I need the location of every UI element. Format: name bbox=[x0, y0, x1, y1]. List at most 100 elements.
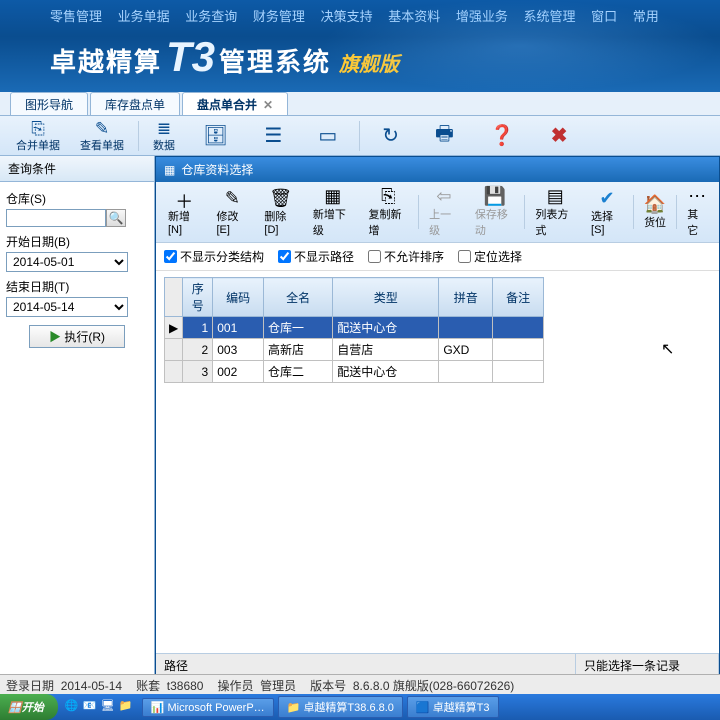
list-icon[interactable]: ☰ bbox=[264, 123, 282, 148]
form-icon[interactable]: ▭ bbox=[318, 123, 337, 148]
task-button[interactable]: 📊 Microsoft PowerP… bbox=[142, 698, 274, 717]
grid-area: 序号 编码 全名 类型 拼音 备注 ▶1001仓库一配送中心仓 2003高新店自… bbox=[156, 271, 719, 653]
operator: 操作员 管理员 bbox=[217, 677, 296, 692]
menu-window[interactable]: 窗口 bbox=[591, 9, 617, 24]
menu-common[interactable]: 常用 bbox=[633, 9, 659, 24]
cursor-icon: ↖ bbox=[661, 339, 674, 359]
merge-button[interactable]: ⎘合并单据 bbox=[16, 119, 60, 153]
other-icon: ⋯ bbox=[688, 186, 706, 206]
quicklaunch: 🌐 📧 🖥 📁 bbox=[64, 699, 134, 715]
task-button[interactable]: 🟦 卓越精算T3 bbox=[407, 696, 499, 718]
end-date-label: 结束日期(T) bbox=[6, 278, 148, 295]
ql-icon[interactable]: 🖥 bbox=[100, 699, 116, 715]
menu-system[interactable]: 系统管理 bbox=[523, 9, 575, 24]
tab-merge[interactable]: 盘点单合并✕ bbox=[182, 92, 288, 115]
taskbar: 🪟 开始 🌐 📧 🖥 📁 📊 Microsoft PowerP… 📁 卓越精算T… bbox=[0, 694, 720, 720]
menu-finance[interactable]: 财务管理 bbox=[253, 9, 305, 24]
grid-header: 序号 编码 全名 类型 拼音 备注 bbox=[165, 278, 544, 317]
db-icon[interactable]: 🗄 bbox=[203, 123, 228, 148]
sidebar-header: 查询条件 bbox=[0, 156, 154, 182]
locate-sel-checkbox[interactable]: 定位选择 bbox=[458, 248, 522, 265]
check-icon: ✔ bbox=[599, 188, 614, 208]
app-banner: 零售管理 业务单据 业务查询 财务管理 决策支持 基本资料 增强业务 系统管理 … bbox=[0, 0, 720, 92]
close-x-icon[interactable]: ✖ bbox=[551, 123, 568, 148]
ql-icon[interactable]: 📧 bbox=[82, 699, 98, 715]
list-mode-button[interactable]: ▤列表方式 bbox=[527, 184, 583, 240]
add-button[interactable]: ＋新增[N] bbox=[160, 186, 208, 238]
main-toolbar: ⎘合并单据 ✎查看单据 ≣数据 🗄 ☰ ▭ ↻ 🖶 ❓ ✖ bbox=[0, 116, 720, 156]
close-icon[interactable]: ✕ bbox=[263, 98, 273, 112]
task-button[interactable]: 📁 卓越精算T38.6.8.0 bbox=[278, 696, 403, 718]
ql-icon[interactable]: 📁 bbox=[118, 699, 134, 715]
select-button[interactable]: ✔选择[S] bbox=[583, 186, 631, 238]
login-date: 登录日期 2014-05-14 bbox=[6, 677, 122, 692]
menu-biz-doc[interactable]: 业务单据 bbox=[118, 9, 170, 24]
warehouse-select-dialog: ▦ 仓库资料选择 ＋新增[N] ✎修改[E] 🗑删除[D] ▦新增下级 ⎘复制新… bbox=[155, 156, 720, 676]
sidebar: 查询条件 仓库(S) 🔍 开始日期(B) 2014-05-01 结束日期(T) … bbox=[0, 156, 155, 676]
brand-t3: T3 bbox=[166, 33, 215, 81]
hide-tree-checkbox[interactable]: 不显示分类结构 bbox=[164, 248, 264, 265]
tab-graph-nav[interactable]: 图形导航 bbox=[10, 92, 88, 115]
version: 版本号 8.6.8.0 旗舰版(028-66072626) bbox=[310, 677, 514, 692]
ql-icon[interactable]: 🌐 bbox=[64, 699, 80, 715]
help-icon[interactable]: ❓ bbox=[490, 123, 515, 148]
dialog-title: ▦ 仓库资料选择 bbox=[156, 157, 719, 182]
page-tabs: 图形导航 库存盘点单 盘点单合并✕ bbox=[0, 92, 720, 116]
print-icon[interactable]: 🖶 bbox=[435, 119, 454, 153]
delete-button[interactable]: 🗑删除[D] bbox=[256, 186, 304, 238]
up-icon: ⇦ bbox=[436, 186, 451, 206]
add-child-button[interactable]: ▦新增下级 bbox=[305, 184, 361, 240]
top-menu: 零售管理 业务单据 业务查询 财务管理 决策支持 基本资料 增强业务 系统管理 … bbox=[0, 0, 720, 25]
hide-path-checkbox[interactable]: 不显示路径 bbox=[278, 248, 354, 265]
hint-label: 只能选择一条记录 bbox=[576, 654, 719, 675]
app-statusbar: 登录日期 2014-05-14 账套 t38680 操作员 管理员 版本号 8.… bbox=[0, 674, 720, 694]
data-icon: ≣ bbox=[155, 119, 173, 137]
edit-button[interactable]: ✎修改[E] bbox=[208, 186, 256, 238]
menu-basic[interactable]: 基本资料 bbox=[388, 9, 440, 24]
view-button[interactable]: ✎查看单据 bbox=[80, 119, 124, 153]
path-label: 路径 bbox=[156, 654, 576, 675]
menu-biz-query[interactable]: 业务查询 bbox=[185, 9, 237, 24]
table-row[interactable]: 2003高新店自营店GXD bbox=[165, 339, 544, 361]
edit-icon: ✎ bbox=[225, 188, 240, 208]
table-row[interactable]: 3002仓库二配送中心仓 bbox=[165, 361, 544, 383]
tab-inventory[interactable]: 库存盘点单 bbox=[90, 92, 180, 115]
brand-edition: 旗舰版 bbox=[339, 48, 399, 77]
copy-icon: ⎘ bbox=[381, 186, 395, 206]
refresh-icon[interactable]: ↻ bbox=[382, 123, 399, 148]
table-row[interactable]: ▶1001仓库一配送中心仓 bbox=[165, 317, 544, 339]
menu-enhance[interactable]: 增强业务 bbox=[456, 9, 508, 24]
start-button[interactable]: 🪟 开始 bbox=[0, 694, 58, 720]
dialog-toolbar: ＋新增[N] ✎修改[E] 🗑删除[D] ▦新增下级 ⎘复制新增 ⇦上一级 💾保… bbox=[156, 182, 719, 243]
merge-icon: ⎘ bbox=[29, 119, 47, 137]
start-date-combo[interactable]: 2014-05-01 bbox=[6, 252, 128, 272]
add-icon: ＋ bbox=[175, 188, 193, 208]
search-button[interactable]: 🔍 bbox=[106, 209, 126, 227]
view-icon: ✎ bbox=[93, 119, 111, 137]
no-sort-checkbox[interactable]: 不允许排序 bbox=[368, 248, 444, 265]
other-button[interactable]: ⋯其它 bbox=[679, 184, 715, 240]
location-icon: 🏠 bbox=[644, 194, 666, 214]
add-child-icon: ▦ bbox=[324, 186, 341, 206]
execute-button[interactable]: 执行(R) bbox=[29, 325, 125, 348]
warehouse-input[interactable] bbox=[6, 209, 106, 227]
warehouse-label: 仓库(S) bbox=[6, 190, 148, 207]
menu-retail[interactable]: 零售管理 bbox=[50, 9, 102, 24]
up-level-button: ⇦上一级 bbox=[421, 184, 467, 240]
brand: 卓越精算 T3 管理系统 旗舰版 bbox=[0, 25, 720, 81]
end-date-combo[interactable]: 2014-05-14 bbox=[6, 297, 128, 317]
trash-icon: 🗑 bbox=[269, 188, 292, 208]
location-button[interactable]: 🏠货位 bbox=[636, 192, 674, 232]
copy-add-button[interactable]: ⎘复制新增 bbox=[361, 184, 417, 240]
filter-row: 不显示分类结构 不显示路径 不允许排序 定位选择 bbox=[156, 243, 719, 271]
account-set: 账套 t38680 bbox=[136, 677, 203, 692]
menu-decision[interactable]: 决策支持 bbox=[321, 9, 373, 24]
dialog-statusbar: 路径 只能选择一条记录 bbox=[156, 653, 719, 675]
list-mode-icon: ▤ bbox=[547, 186, 564, 206]
warehouse-grid[interactable]: 序号 编码 全名 类型 拼音 备注 ▶1001仓库一配送中心仓 2003高新店自… bbox=[164, 277, 544, 383]
dialog-icon: ▦ bbox=[164, 163, 175, 177]
data-button[interactable]: ≣数据 bbox=[153, 119, 175, 153]
start-date-label: 开始日期(B) bbox=[6, 233, 148, 250]
save-icon: 💾 bbox=[483, 186, 505, 206]
brand-text-1: 卓越精算 bbox=[50, 42, 162, 79]
